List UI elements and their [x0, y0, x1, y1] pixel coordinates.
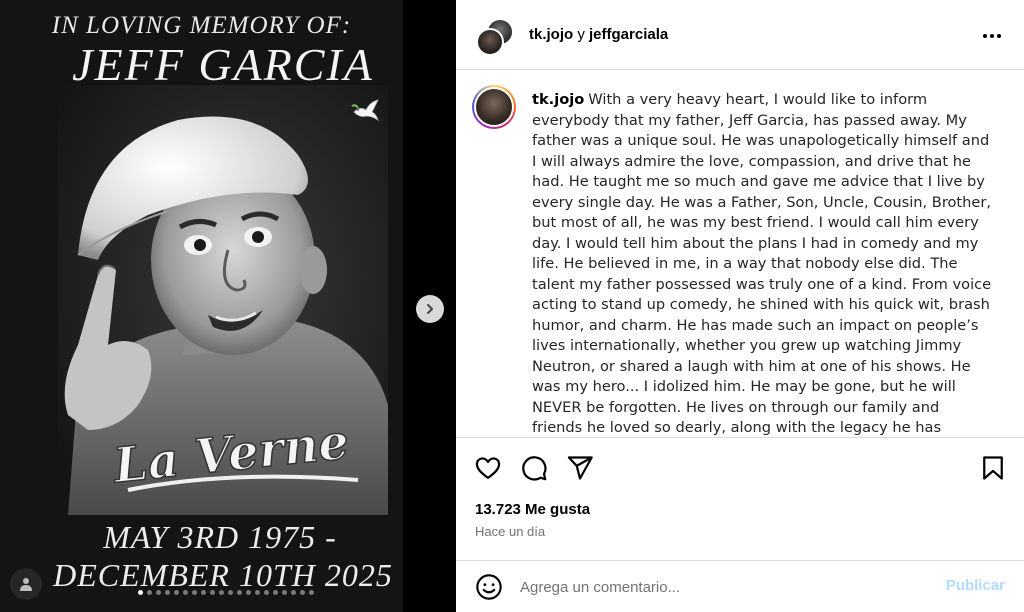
save-button[interactable]: [979, 454, 1007, 482]
media-area: IN LOVING MEMORY OF: JEFF GARCIA La Vern…: [0, 0, 456, 612]
portrait-photo: La Verne: [58, 85, 388, 515]
carousel-dot: [192, 590, 197, 595]
collab-username[interactable]: jeffgarciala: [589, 26, 668, 43]
collab-avatars[interactable]: [474, 16, 514, 56]
caption-avatar[interactable]: [472, 85, 516, 129]
chevron-right-icon: [427, 304, 433, 314]
carousel-dot: [156, 590, 161, 595]
post-image[interactable]: IN LOVING MEMORY OF: JEFF GARCIA La Vern…: [0, 0, 403, 612]
carousel-indicator: [138, 590, 314, 598]
carousel-dot: [237, 590, 242, 595]
like-button[interactable]: [474, 454, 502, 482]
publish-button[interactable]: Publicar: [946, 577, 1005, 594]
carousel-dot: [201, 590, 206, 595]
carousel-dot: [147, 590, 152, 595]
carousel-dot: [300, 590, 305, 595]
memorial-title: IN LOVING MEMORY OF:: [51, 12, 352, 39]
comment-bar: Publicar: [456, 560, 1024, 612]
caption-text-block: tk.jojo With a very heavy heart, I would …: [532, 90, 994, 437]
caption-body: With a very heavy heart, I would like to…: [532, 91, 992, 436]
emoji-icon: [476, 574, 502, 600]
carousel-dot: [210, 590, 215, 595]
carousel-dot: [219, 590, 224, 595]
memorial-name: JEFF GARCIA: [72, 39, 374, 90]
carousel-dot: [183, 590, 188, 595]
carousel-dot: [255, 590, 260, 595]
action-bar: [456, 437, 1024, 499]
author-username[interactable]: tk.jojo: [529, 26, 573, 43]
dove-icon: [351, 99, 379, 121]
comment-input[interactable]: [520, 575, 920, 599]
caption-section: tk.jojo With a very heavy heart, I would …: [456, 71, 1024, 437]
caption-username[interactable]: tk.jojo: [532, 91, 584, 108]
carousel-dot: [246, 590, 251, 595]
post-header: tk.jojo y jeffgarciala: [456, 0, 1024, 70]
user-icon: [20, 578, 32, 591]
birth-date: MAY 3RD 1975 -: [103, 519, 337, 555]
collab-usernames: tk.jojo y jeffgarciala: [529, 26, 668, 43]
carousel-dot: [264, 590, 269, 595]
carousel-dot: [138, 590, 143, 595]
carousel-dot: [291, 590, 296, 595]
carousel-dot: [309, 590, 314, 595]
comment-icon: [522, 456, 547, 481]
carousel-dot: [282, 590, 287, 595]
share-button[interactable]: [566, 454, 594, 482]
carousel-dot: [174, 590, 179, 595]
more-options-icon: [983, 34, 1001, 38]
share-icon: [567, 456, 593, 480]
carousel-dot: [228, 590, 233, 595]
likes-count[interactable]: 13.723 Me gusta: [475, 501, 590, 518]
more-options-button[interactable]: [980, 24, 1004, 48]
post-timestamp[interactable]: Hace un día: [475, 524, 545, 539]
next-slide-button[interactable]: [416, 295, 444, 323]
joiner-text: y: [577, 26, 585, 43]
heart-icon: [475, 457, 501, 480]
post-side-panel: tk.jojo y jeffgarciala tk.jojo With a ver…: [456, 0, 1024, 612]
emoji-button[interactable]: [475, 573, 503, 601]
carousel-dot: [165, 590, 170, 595]
bookmark-icon: [983, 456, 1003, 480]
profile-button[interactable]: [10, 568, 42, 600]
avatar: [474, 87, 514, 127]
comment-button[interactable]: [520, 454, 548, 482]
carousel-dot: [273, 590, 278, 595]
death-date: DECEMBER 10TH 2025: [53, 557, 393, 593]
avatar: [476, 28, 504, 56]
instagram-post-modal: IN LOVING MEMORY OF: JEFF GARCIA La Vern…: [0, 0, 1024, 612]
